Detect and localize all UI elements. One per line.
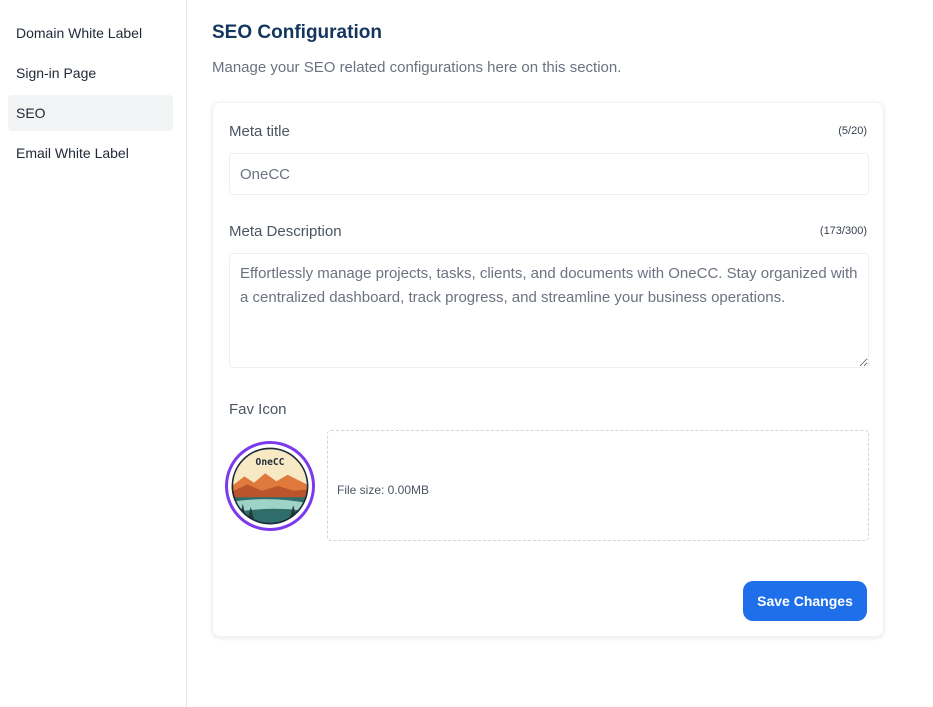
settings-sidebar: Domain White Label Sign-in Page SEO Emai… — [0, 0, 187, 707]
fav-icon-logo-text: OneCC — [256, 457, 285, 468]
fav-icon-image: OneCC — [231, 447, 309, 525]
meta-title-input[interactable] — [229, 153, 869, 195]
meta-title-label: Meta title — [229, 123, 290, 140]
sidebar-item-sign-in-page[interactable]: Sign-in Page — [8, 55, 173, 91]
fav-icon-preview: OneCC — [225, 441, 315, 531]
sidebar-item-email-white-label[interactable]: Email White Label — [8, 135, 173, 171]
sidebar-item-domain-white-label[interactable]: Domain White Label — [8, 15, 173, 51]
meta-description-textarea[interactable]: Effortlessly manage projects, tasks, cli… — [229, 253, 869, 368]
sidebar-item-seo[interactable]: SEO — [8, 95, 173, 131]
save-changes-button[interactable]: Save Changes — [743, 581, 867, 621]
page-subtitle: Manage your SEO related configurations h… — [212, 59, 622, 76]
page-title: SEO Configuration — [212, 22, 382, 43]
fav-icon-dropzone[interactable]: File size: 0.00MB — [327, 430, 869, 541]
meta-description-label: Meta Description — [229, 223, 342, 240]
fav-icon-label: Fav Icon — [229, 401, 287, 418]
meta-description-counter: (173/300) — [819, 225, 867, 237]
file-size-text: File size: 0.00MB — [337, 483, 430, 497]
meta-title-counter: (5/20) — [838, 125, 867, 137]
seo-form-card: Meta title (5/20) Meta Description (173/… — [212, 102, 884, 637]
